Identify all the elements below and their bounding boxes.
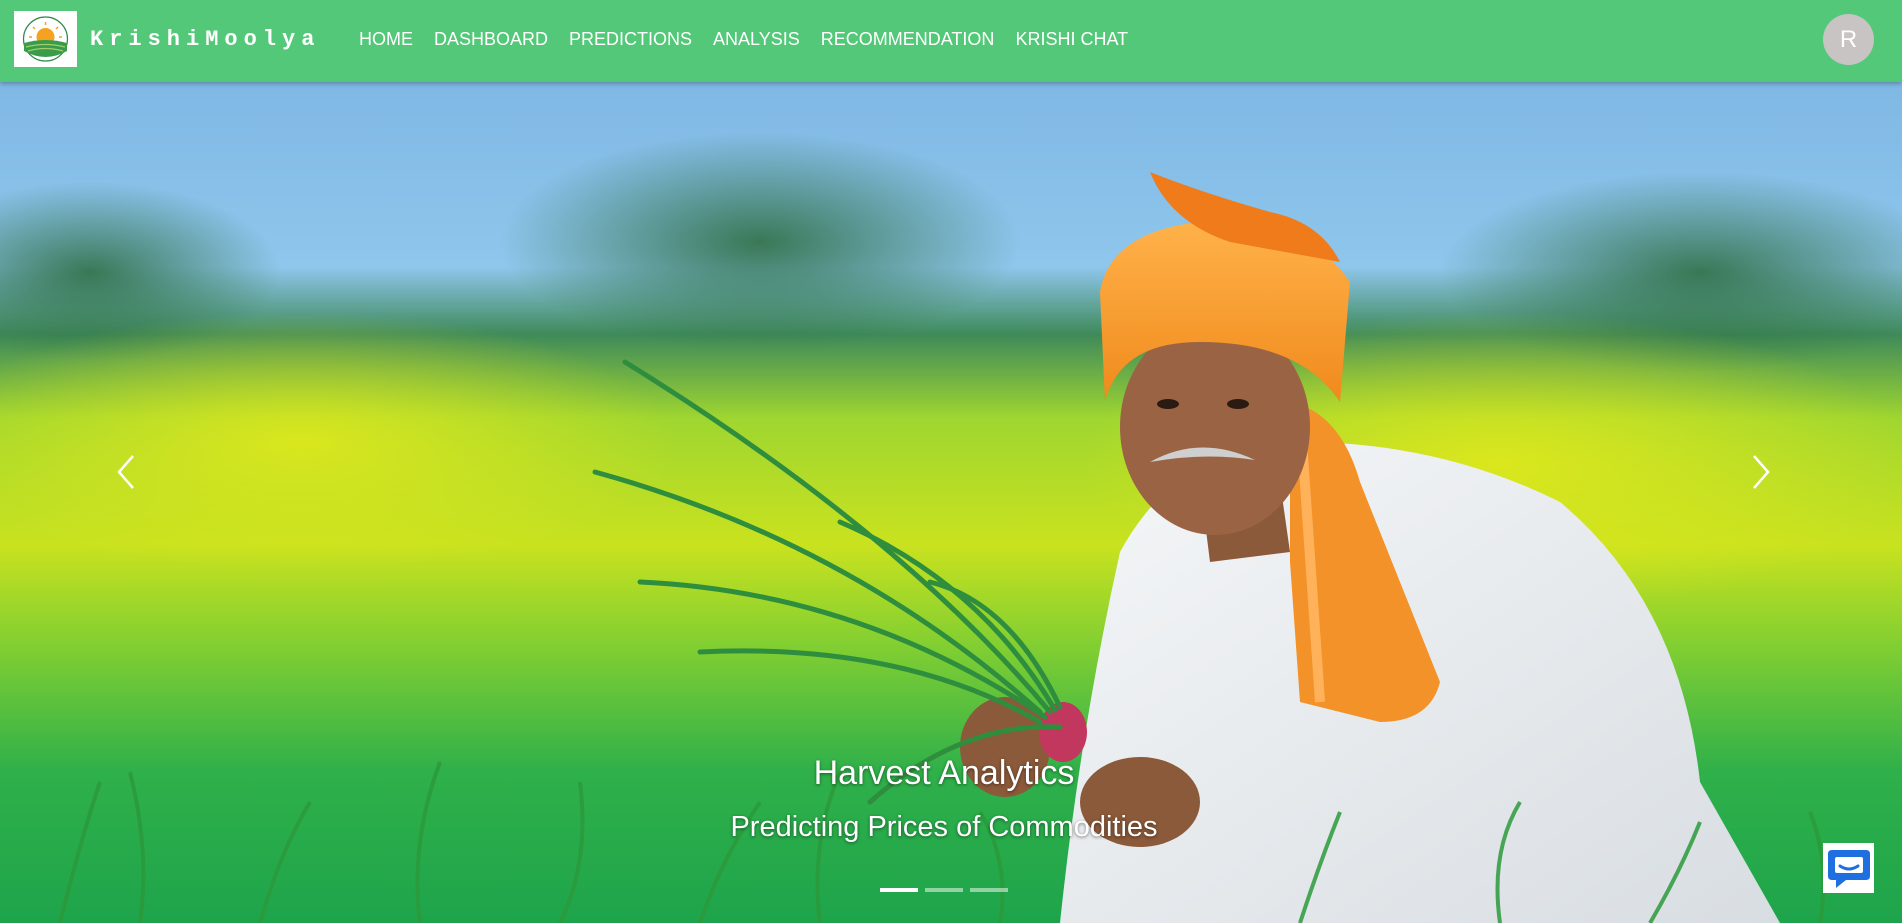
- carousel-prev-button[interactable]: [97, 432, 157, 512]
- nav-predictions[interactable]: PREDICTIONS: [569, 29, 692, 50]
- caption-title: Harvest Analytics: [813, 754, 1075, 792]
- nav-dashboard[interactable]: DASHBOARD: [434, 29, 548, 50]
- hero-carousel: Harvest Analytics Predicting Prices of C…: [0, 82, 1902, 923]
- chat-widget-button[interactable]: [1823, 843, 1874, 893]
- carousel-indicator-3[interactable]: [970, 888, 1008, 892]
- nav-analysis[interactable]: ANALYSIS: [713, 29, 800, 50]
- carousel-caption: Harvest Analytics Predicting Prices of C…: [0, 754, 1888, 844]
- chevron-left-icon: [117, 455, 134, 489]
- nav-krishi-chat[interactable]: KRISHI CHAT: [1015, 29, 1128, 50]
- carousel-next-button[interactable]: [1730, 432, 1790, 512]
- carousel-indicator-2[interactable]: [925, 888, 963, 892]
- carousel-indicators: [880, 888, 1015, 892]
- krishimoolya-logo-icon: [14, 11, 77, 67]
- chevron-right-icon: [1753, 455, 1770, 489]
- chat-bubble-icon: [1827, 850, 1870, 888]
- main-nav: HOME DASHBOARD PREDICTIONS ANALYSIS RECO…: [359, 0, 1149, 78]
- brand[interactable]: KrishiMoolya: [14, 11, 320, 67]
- top-navbar: KrishiMoolya HOME DASHBOARD PREDICTIONS …: [0, 0, 1902, 82]
- nav-home[interactable]: HOME: [359, 29, 413, 50]
- nav-recommendation[interactable]: RECOMMENDATION: [821, 29, 995, 50]
- carousel-indicator-1[interactable]: [880, 888, 918, 892]
- user-avatar[interactable]: R: [1823, 14, 1874, 65]
- caption-subtitle: Predicting Prices of Commodities: [730, 811, 1158, 843]
- brand-name: KrishiMoolya: [90, 26, 321, 52]
